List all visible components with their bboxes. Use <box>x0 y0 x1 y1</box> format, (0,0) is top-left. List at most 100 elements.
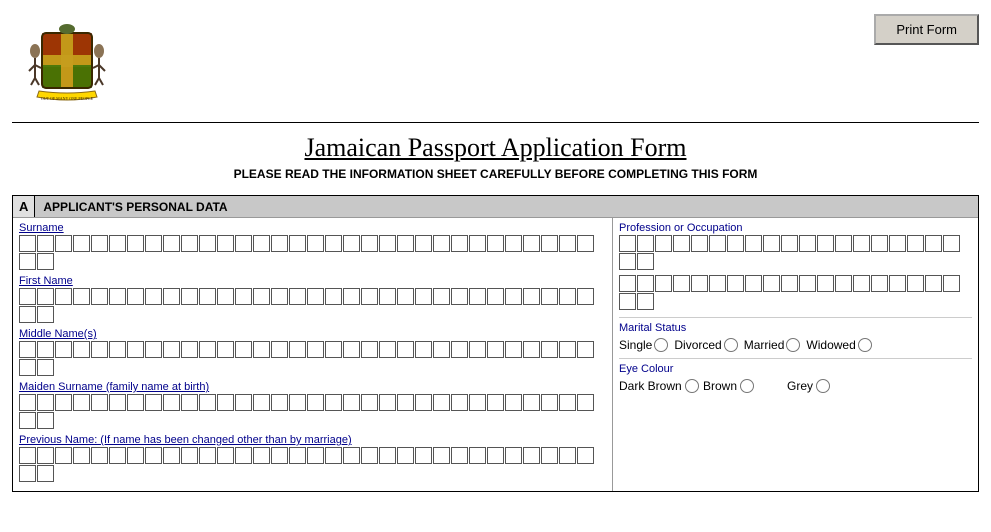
char-box[interactable] <box>181 288 198 305</box>
print-form-button[interactable]: Print Form <box>874 14 979 45</box>
char-box[interactable] <box>343 394 360 411</box>
char-box[interactable] <box>469 447 486 464</box>
char-box[interactable] <box>559 341 576 358</box>
char-box[interactable] <box>19 341 36 358</box>
char-box[interactable] <box>37 359 54 376</box>
char-box[interactable] <box>307 288 324 305</box>
char-box[interactable] <box>307 447 324 464</box>
char-box[interactable] <box>361 288 378 305</box>
char-box[interactable] <box>271 447 288 464</box>
char-box[interactable] <box>73 235 90 252</box>
char-box[interactable] <box>217 394 234 411</box>
char-box[interactable] <box>577 288 594 305</box>
char-box[interactable] <box>541 341 558 358</box>
char-box[interactable] <box>709 275 726 292</box>
char-box[interactable] <box>253 447 270 464</box>
char-box[interactable] <box>199 447 216 464</box>
char-box[interactable] <box>343 447 360 464</box>
char-box[interactable] <box>91 394 108 411</box>
char-box[interactable] <box>415 341 432 358</box>
char-box[interactable] <box>55 341 72 358</box>
char-box[interactable] <box>871 275 888 292</box>
char-box[interactable] <box>127 447 144 464</box>
char-box[interactable] <box>253 394 270 411</box>
char-box[interactable] <box>55 235 72 252</box>
char-box[interactable] <box>217 447 234 464</box>
char-box[interactable] <box>451 235 468 252</box>
widowed-radio[interactable] <box>858 338 872 352</box>
char-box[interactable] <box>541 288 558 305</box>
dark-brown-radio[interactable] <box>685 379 699 393</box>
char-box[interactable] <box>253 341 270 358</box>
char-box[interactable] <box>469 235 486 252</box>
char-box[interactable] <box>379 288 396 305</box>
char-box[interactable] <box>181 341 198 358</box>
char-box[interactable] <box>163 341 180 358</box>
char-box[interactable] <box>433 235 450 252</box>
char-box[interactable] <box>451 341 468 358</box>
char-box[interactable] <box>871 235 888 252</box>
char-box[interactable] <box>433 447 450 464</box>
char-box[interactable] <box>577 341 594 358</box>
char-box[interactable] <box>397 235 414 252</box>
char-box[interactable] <box>451 288 468 305</box>
char-box[interactable] <box>37 394 54 411</box>
eye-dark-brown-item[interactable]: Dark Brown <box>619 379 699 393</box>
char-box[interactable] <box>469 341 486 358</box>
char-box[interactable] <box>523 235 540 252</box>
char-box[interactable] <box>19 288 36 305</box>
char-box[interactable] <box>289 341 306 358</box>
char-box[interactable] <box>541 447 558 464</box>
char-box[interactable] <box>817 275 834 292</box>
char-box[interactable] <box>37 341 54 358</box>
char-box[interactable] <box>163 235 180 252</box>
char-box[interactable] <box>271 235 288 252</box>
char-box[interactable] <box>541 235 558 252</box>
char-box[interactable] <box>763 275 780 292</box>
char-box[interactable] <box>145 288 162 305</box>
char-box[interactable] <box>325 235 342 252</box>
char-box[interactable] <box>343 288 360 305</box>
char-box[interactable] <box>271 394 288 411</box>
char-box[interactable] <box>217 288 234 305</box>
char-box[interactable] <box>145 341 162 358</box>
grey-radio[interactable] <box>816 379 830 393</box>
char-box[interactable] <box>469 288 486 305</box>
char-box[interactable] <box>217 341 234 358</box>
char-box[interactable] <box>325 394 342 411</box>
brown-radio[interactable] <box>740 379 754 393</box>
char-box[interactable] <box>109 394 126 411</box>
print-button-area[interactable]: Print Form <box>874 8 979 45</box>
char-box[interactable] <box>925 275 942 292</box>
char-box[interactable] <box>163 288 180 305</box>
char-box[interactable] <box>91 447 108 464</box>
char-box[interactable] <box>199 394 216 411</box>
char-box[interactable] <box>451 447 468 464</box>
char-box[interactable] <box>181 447 198 464</box>
char-box[interactable] <box>199 341 216 358</box>
char-box[interactable] <box>19 412 36 429</box>
char-box[interactable] <box>73 288 90 305</box>
char-box[interactable] <box>397 394 414 411</box>
char-box[interactable] <box>673 275 690 292</box>
single-radio[interactable] <box>654 338 668 352</box>
char-box[interactable] <box>379 394 396 411</box>
char-box[interactable] <box>379 447 396 464</box>
char-box[interactable] <box>487 447 504 464</box>
char-box[interactable] <box>325 447 342 464</box>
char-box[interactable] <box>415 288 432 305</box>
char-box[interactable] <box>943 275 960 292</box>
char-box[interactable] <box>343 235 360 252</box>
char-box[interactable] <box>271 341 288 358</box>
char-box[interactable] <box>691 275 708 292</box>
char-box[interactable] <box>745 235 762 252</box>
char-box[interactable] <box>253 288 270 305</box>
char-box[interactable] <box>73 394 90 411</box>
char-box[interactable] <box>217 235 234 252</box>
char-box[interactable] <box>745 275 762 292</box>
char-box[interactable] <box>307 235 324 252</box>
char-box[interactable] <box>577 394 594 411</box>
char-box[interactable] <box>619 235 636 252</box>
char-box[interactable] <box>397 288 414 305</box>
char-box[interactable] <box>655 275 672 292</box>
